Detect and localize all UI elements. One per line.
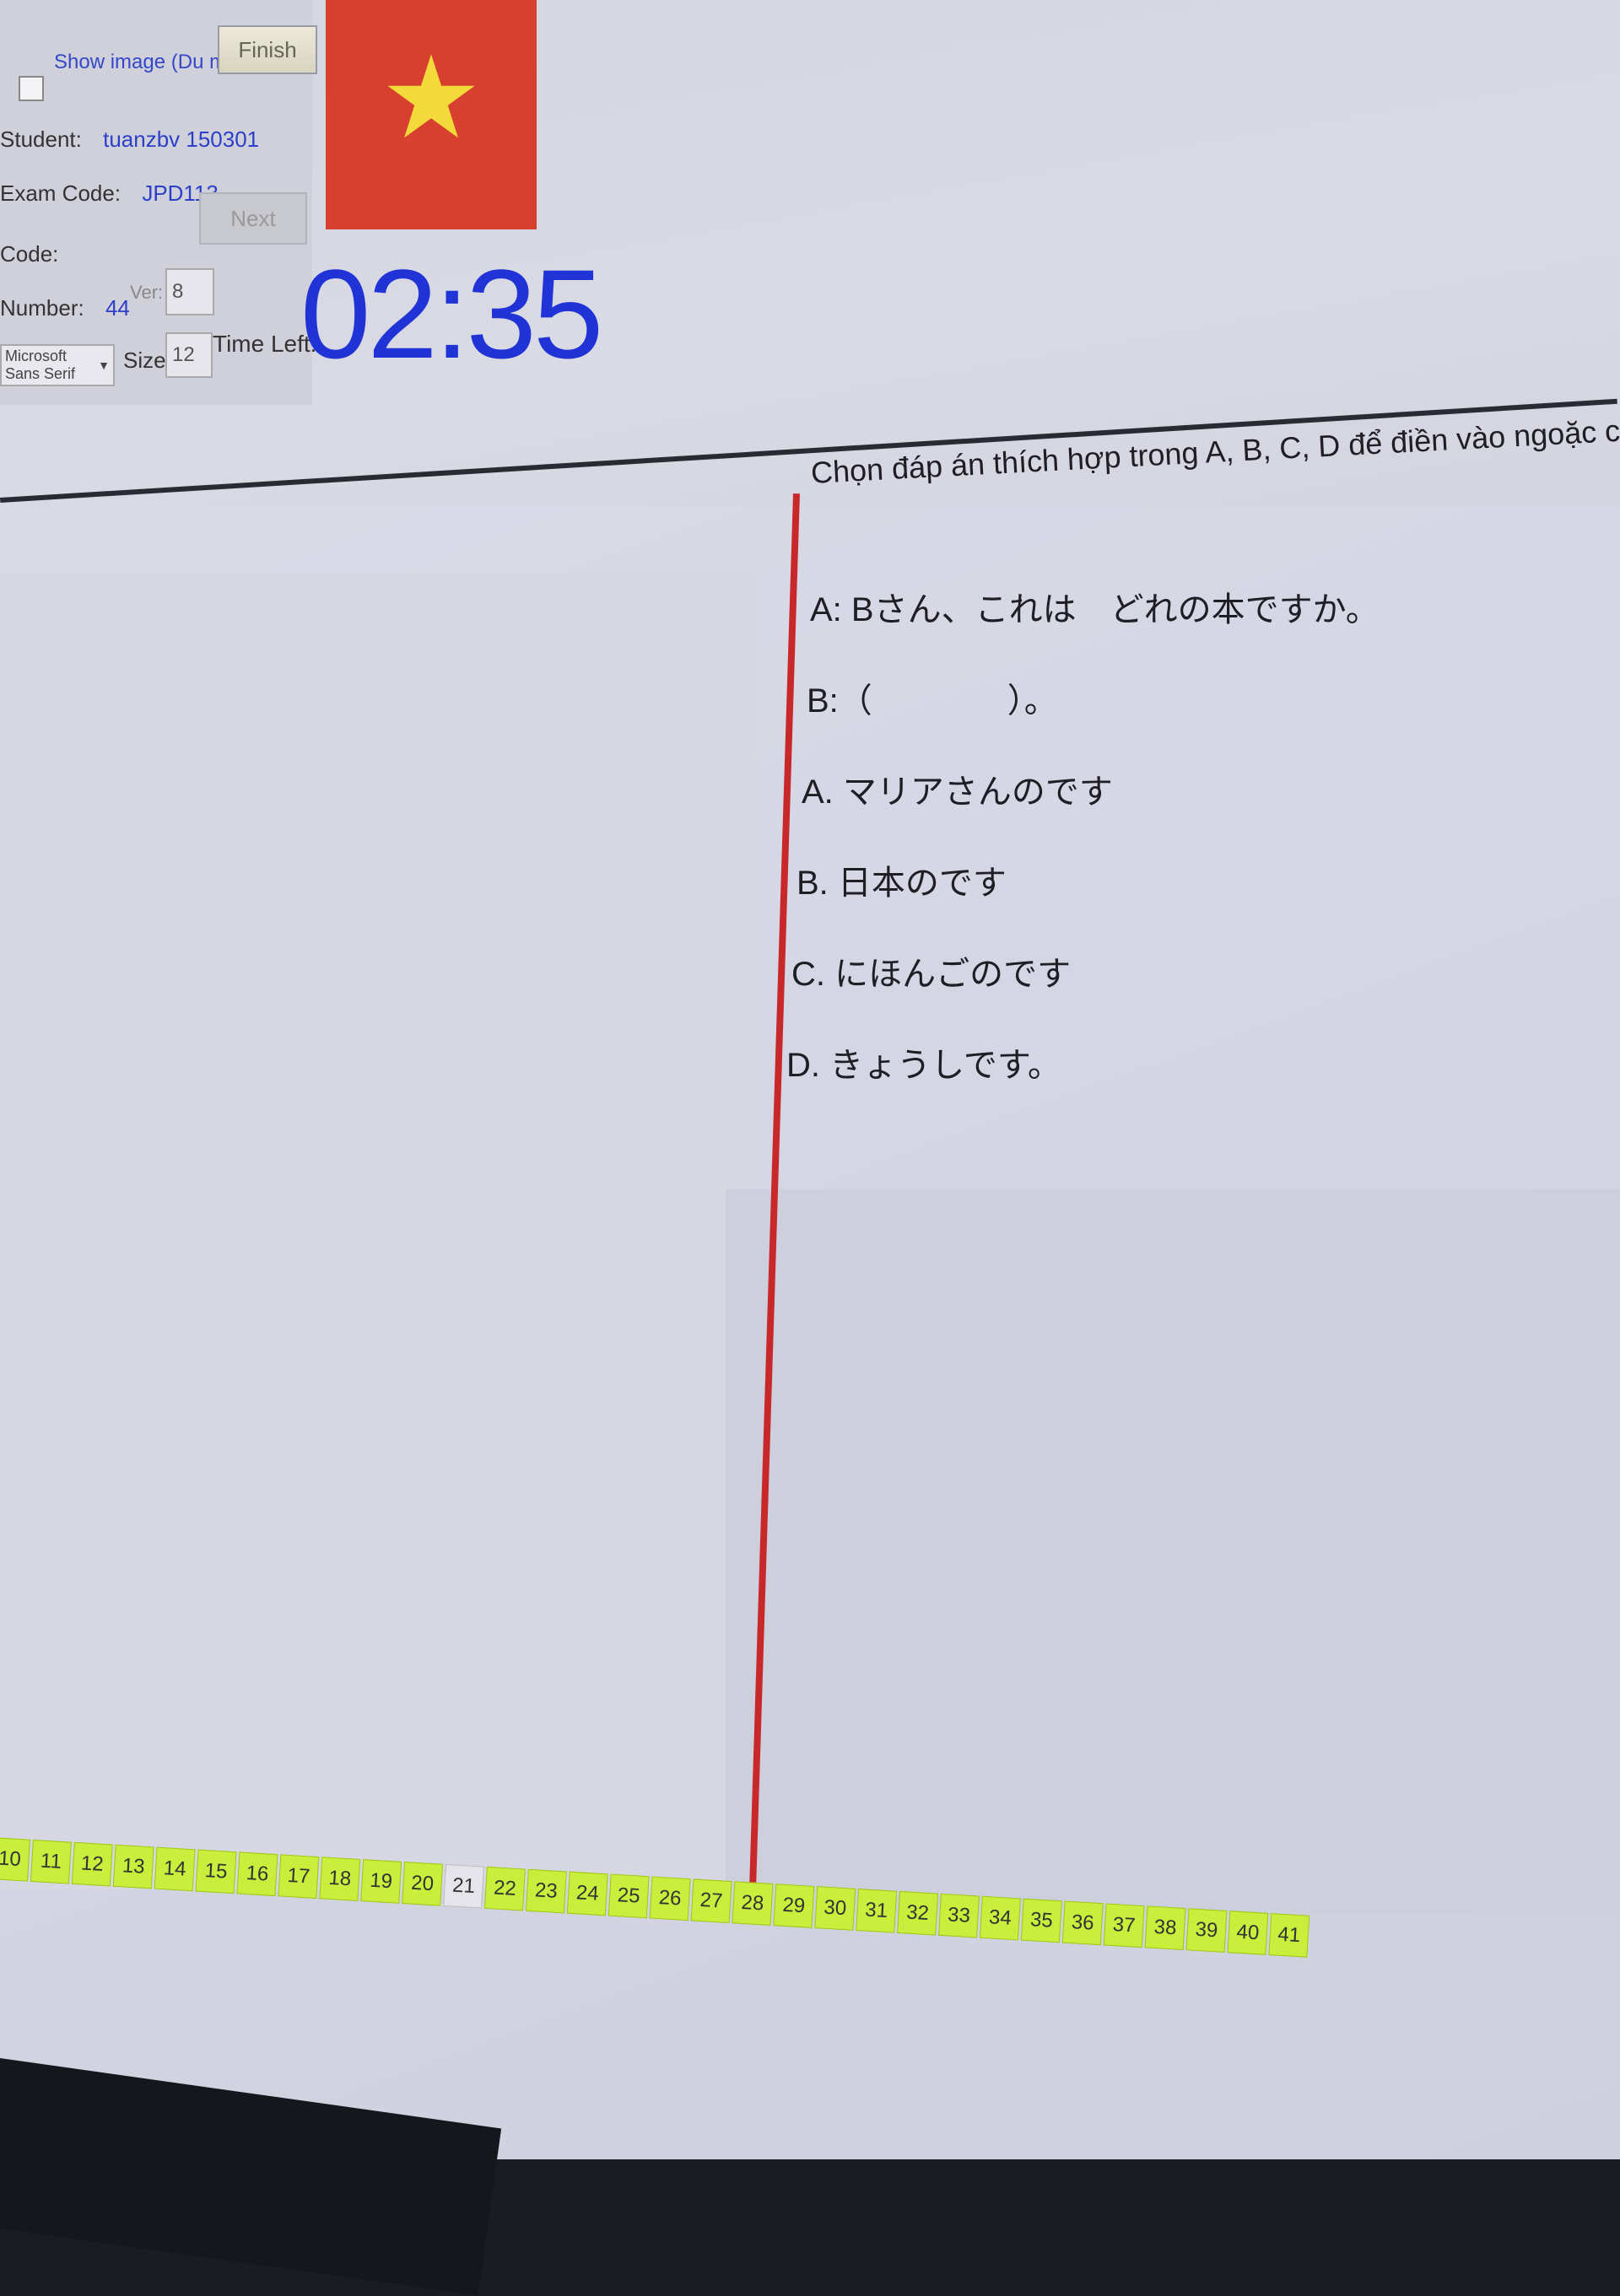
number-value: 44 <box>105 295 130 321</box>
size-stepper[interactable]: 12 <box>165 332 213 378</box>
finish-button[interactable]: Finish <box>218 25 317 74</box>
student-row: Student: tuanzbv 150301 <box>0 127 259 153</box>
question-nav-button[interactable]: 40 <box>1227 1911 1269 1955</box>
question-nav-button[interactable]: 25 <box>608 1873 650 1919</box>
countdown-timer: 02:35 <box>300 243 603 385</box>
screen: Show image (Du mẹm) Student: tuanzbv 150… <box>0 0 1620 2296</box>
ver-label: Ver: <box>130 282 164 303</box>
question-nav-button[interactable]: 10 <box>0 1837 30 1882</box>
question-nav-button[interactable]: 22 <box>483 1866 526 1911</box>
code-label: Code: <box>0 241 59 267</box>
question-nav-button[interactable]: 31 <box>856 1889 898 1933</box>
number-label: Number: <box>0 295 84 321</box>
question-nav-button[interactable]: 28 <box>732 1881 774 1926</box>
question-nav-button[interactable]: 18 <box>319 1857 361 1901</box>
question-nav-button[interactable]: 13 <box>112 1844 154 1889</box>
exam-code-label: Exam Code: <box>0 181 122 206</box>
font-select-value: Microsoft Sans Serif <box>5 348 76 382</box>
question-nav-button[interactable]: 11 <box>30 1839 72 1884</box>
question-line-b: B:（ ）。 <box>807 682 1058 720</box>
question-nav-button[interactable]: 24 <box>566 1871 608 1916</box>
code-row: Code: <box>0 241 73 267</box>
question-nav-button[interactable]: 23 <box>525 1868 567 1914</box>
question-nav-button[interactable]: 14 <box>154 1846 196 1892</box>
question-nav-button[interactable]: 36 <box>1061 1900 1104 1946</box>
question-nav-button[interactable]: 32 <box>897 1890 939 1936</box>
number-row: Number: 44 <box>0 295 130 321</box>
font-select[interactable]: Microsoft Sans Serif ▼ <box>0 344 115 386</box>
show-image-checkbox[interactable] <box>19 76 44 101</box>
ver-value: 8 <box>172 280 184 303</box>
question-nav-button[interactable]: 19 <box>360 1859 402 1904</box>
question-panel: Chọn đáp án thích hợp trong A, B, C, D đ… <box>786 406 1620 1215</box>
question-nav-button[interactable]: 30 <box>814 1886 856 1931</box>
question-nav-button[interactable]: 39 <box>1185 1908 1228 1953</box>
question-nav-button[interactable]: 27 <box>690 1878 732 1924</box>
question-nav-button[interactable]: 34 <box>979 1895 1021 1941</box>
size-value: 12 <box>172 343 195 366</box>
question-nav-button[interactable]: 16 <box>236 1851 278 1897</box>
question-nav-button[interactable]: 12 <box>71 1841 113 1887</box>
question-nav-button[interactable]: 37 <box>1103 1903 1145 1948</box>
answer-panel <box>726 1189 1620 1915</box>
question-line-a: A: Bさん、これは どれの本ですか。 <box>810 591 1380 628</box>
student-label: Student: <box>0 127 82 152</box>
option-b: B. 日本のです <box>796 865 1007 902</box>
monitor-bezel <box>0 2058 502 2296</box>
question-nav-button[interactable]: 15 <box>195 1849 237 1894</box>
question-nav-button[interactable]: 21 <box>443 1863 484 1909</box>
question-nav-button[interactable]: 17 <box>278 1854 320 1899</box>
image-panel <box>0 574 759 1889</box>
option-a: A. マリアさんのです <box>802 773 1113 811</box>
ver-stepper[interactable]: 8 <box>165 268 214 315</box>
question-nav-button[interactable]: 26 <box>649 1876 691 1921</box>
student-value: tuanzbv 150301 <box>103 127 260 152</box>
vietnam-flag-icon <box>326 0 537 229</box>
question-nav-button[interactable]: 29 <box>773 1884 815 1928</box>
question-nav-button[interactable]: 35 <box>1020 1898 1062 1943</box>
question-nav-button[interactable]: 20 <box>402 1862 444 1906</box>
question-nav-button[interactable]: 41 <box>1268 1913 1310 1958</box>
question-nav-button[interactable]: 33 <box>938 1893 980 1938</box>
next-button[interactable]: Next <box>199 192 307 245</box>
option-d: D. きょうしです。 <box>786 1047 1061 1084</box>
question-nav-button[interactable]: 38 <box>1144 1905 1186 1951</box>
star-icon <box>387 54 475 138</box>
option-c: C. にほんごのです <box>791 956 1072 993</box>
exam-code-row: Exam Code: JPD113 <box>0 181 219 207</box>
chevron-down-icon: ▼ <box>98 358 110 372</box>
